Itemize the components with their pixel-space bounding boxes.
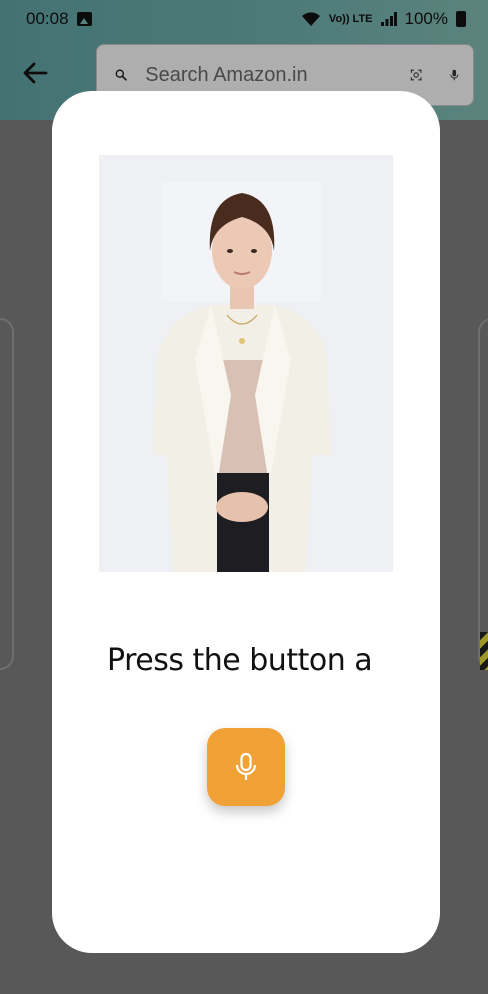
- presenter-video: [99, 155, 393, 572]
- microphone-button[interactable]: [207, 728, 285, 806]
- voice-assistant-modal: Press the button a: [52, 91, 440, 953]
- instruction-text: Press the button a: [107, 643, 373, 678]
- presenter-figure: [99, 155, 393, 572]
- microphone-icon: [235, 752, 257, 780]
